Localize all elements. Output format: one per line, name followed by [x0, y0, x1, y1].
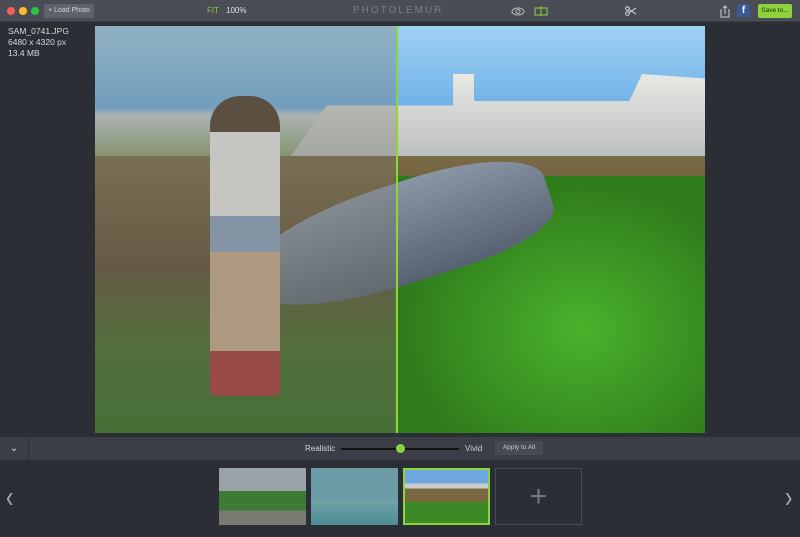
slider-handle[interactable]: [395, 444, 405, 453]
zoom-100-button[interactable]: 100%: [226, 6, 246, 15]
file-size: 13.4 MB: [8, 48, 40, 58]
split-view-icon[interactable]: [533, 4, 549, 18]
next-arrow-icon[interactable]: ›: [785, 479, 792, 515]
share-icon[interactable]: [719, 4, 731, 18]
load-photo-button[interactable]: + Load Photo: [44, 4, 94, 18]
title-bar: + Load Photo FIT 100% PHOTOLEMUR f Save …: [0, 0, 800, 22]
chevron-down-icon[interactable]: ⌄: [0, 437, 29, 460]
thumbnail-selected[interactable]: [403, 468, 490, 525]
app-logo: PHOTOLEMUR: [353, 5, 444, 16]
realistic-label: Realistic: [305, 444, 336, 453]
save-to-button[interactable]: Save to...: [758, 4, 792, 18]
file-info: SAM_0741.JPG 6480 x 4320 px 13.4 MB: [8, 26, 69, 59]
prev-arrow-icon[interactable]: ‹: [6, 479, 13, 515]
facebook-icon[interactable]: f: [737, 4, 750, 17]
file-dimensions: 6480 x 4320 px: [8, 37, 67, 47]
adjustment-bar: ⌄ Realistic Vivid Apply to All: [0, 437, 800, 460]
photo-preview: [95, 26, 705, 433]
add-photo-button[interactable]: +: [495, 468, 582, 525]
apply-to-all-button[interactable]: Apply to All: [495, 441, 543, 455]
close-window-button[interactable]: [7, 7, 15, 15]
vivid-label: Vivid: [465, 444, 483, 453]
original-half-overlay: [95, 26, 397, 433]
thumbnail-ferris-wheel[interactable]: [219, 468, 306, 525]
thumbnail-pink-bridge[interactable]: [311, 468, 398, 525]
file-name: SAM_0741.JPG: [8, 26, 69, 36]
minimize-window-button[interactable]: [19, 7, 27, 15]
fit-button[interactable]: FIT: [207, 6, 219, 15]
eye-icon[interactable]: [510, 4, 526, 18]
before-after-split-handle[interactable]: [396, 26, 398, 433]
zoom-window-button[interactable]: [31, 7, 39, 15]
scissors-icon[interactable]: [624, 4, 638, 18]
